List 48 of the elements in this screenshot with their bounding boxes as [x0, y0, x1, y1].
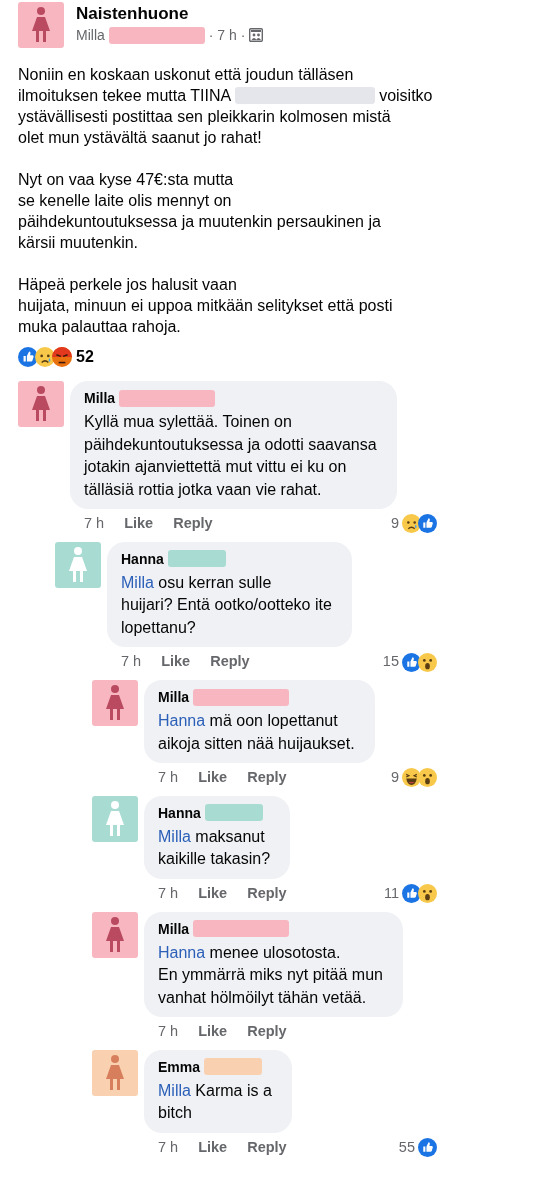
- mention-link[interactable]: Hanna: [158, 943, 206, 961]
- mention-link[interactable]: Hanna: [158, 712, 206, 729]
- comment-text: Milla Karma is a bitch: [158, 1080, 272, 1124]
- comment-text: Milla maksanut kaikille takasin?: [158, 826, 271, 870]
- post-paragraph: Häpeä perkele jos halusit vaan huijata, minuun ei uppoa mitkään selitykset että posti muka palauttaa rahoja.: [18, 275, 394, 337]
- like-link[interactable]: Like: [198, 1021, 228, 1043]
- reply-link[interactable]: Reply: [247, 882, 287, 905]
- comment-time: 7 h: [158, 1022, 179, 1041]
- author-name[interactable]: Milla: [76, 25, 105, 45]
- like-link[interactable]: Like: [124, 513, 154, 535]
- like-link[interactable]: Like: [198, 882, 228, 905]
- mention-link[interactable]: Milla: [121, 573, 154, 591]
- commenter-name[interactable]: Emma: [158, 1057, 201, 1076]
- reply-link[interactable]: Reply: [210, 651, 250, 673]
- commenter-name[interactable]: Milla: [84, 389, 116, 407]
- group-name[interactable]: Naistenhuone: [76, 3, 264, 25]
- commenter-name[interactable]: Milla: [158, 688, 190, 706]
- reaction-count: 52: [76, 347, 94, 367]
- like-link[interactable]: Like: [161, 651, 191, 673]
- reaction-count: 15: [382, 652, 399, 672]
- mention-link[interactable]: Milla: [158, 827, 191, 845]
- comment-text: Milla osu kerran sulle huijari? Entä ootko/ootteko ite lopettanu?: [121, 572, 332, 638]
- group-icon: [249, 28, 264, 42]
- comment-time: 7 h: [121, 652, 142, 672]
- reply-link[interactable]: Reply: [247, 767, 287, 789]
- comment-time: 7 h: [84, 514, 105, 533]
- reply-link[interactable]: Reply: [247, 1136, 287, 1159]
- post-time[interactable]: · 7 h ·: [208, 25, 246, 45]
- commenter-name[interactable]: Milla: [158, 919, 190, 938]
- post-paragraph: Noniin en koskaan uskonut että joudun tälläsen ilmoituksen tekee mutta TIINA voisitko ystävällisesti postittaa sen pleikkarin kolmosen mistä olet mun ystävältä saanut jo rahat!: [18, 65, 434, 148]
- reaction-count: 11: [383, 883, 399, 903]
- reaction-count: 9: [390, 514, 399, 533]
- comment-time: 7 h: [158, 768, 179, 787]
- like-link[interactable]: Like: [198, 767, 228, 789]
- reaction-count: 9: [390, 768, 399, 787]
- comment-text: Hanna mä oon lopettanut aikoja sitten nää huijaukset.: [158, 711, 355, 754]
- comment-text: Hanna menee ulosotosta. En ymmärrä miks nyt pitää mun vanhat hölmöilyt tähän vetää.: [158, 942, 383, 1008]
- reply-link[interactable]: Reply: [247, 1021, 287, 1043]
- comment-text: Kyllä mua sylettää. Toinen on päihdekuntoutuksessa ja odotti saavansa jotakin ajanviettettä mut vittu ei ku on tälläsiä rottia jotka vaan vie rahat.: [84, 412, 377, 500]
- like-link[interactable]: Like: [198, 1136, 228, 1159]
- commenter-name[interactable]: Hanna: [121, 549, 164, 568]
- reply-link[interactable]: Reply: [173, 513, 213, 535]
- commenter-name[interactable]: Hanna: [158, 803, 201, 822]
- comment-time: 7 h: [158, 883, 179, 903]
- mention-link[interactable]: Milla: [158, 1081, 191, 1099]
- post-paragraph: Nyt on vaa kyse 47€:sta mutta se kenelle laite olis mennyt on päihdekuntoutuksessa ja muutenkin persaukinen ja kärsii muutenkin.: [18, 170, 382, 253]
- reaction-count: 55: [398, 1137, 415, 1157]
- comment-time: 7 h: [158, 1137, 179, 1157]
